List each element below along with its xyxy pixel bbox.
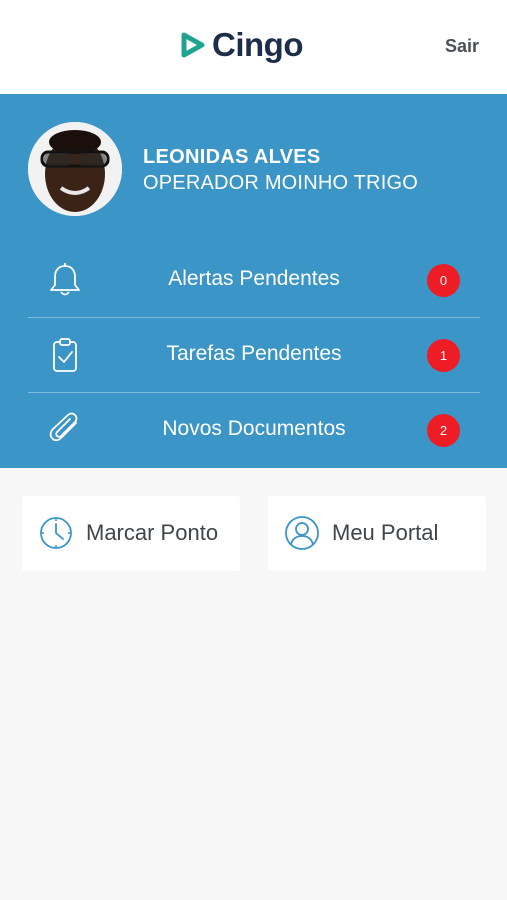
app-header: Cingo Sair <box>0 0 507 94</box>
logo-text: Cingo <box>212 26 303 63</box>
count-badge: 1 <box>427 339 460 372</box>
menu-item-tasks[interactable]: Tarefas Pendentes 1 <box>28 318 480 392</box>
menu-item-documents[interactable]: Novos Documentos 2 <box>28 393 480 467</box>
count-badge: 0 <box>427 264 460 297</box>
my-portal-button[interactable]: Meu Portal <box>268 496 486 571</box>
user-panel: LEONIDAS ALVES OPERADOR MOINHO TRIGO Ale… <box>0 94 507 468</box>
my-portal-label: Meu Portal <box>332 520 439 545</box>
clock-icon <box>40 517 72 549</box>
menu-item-alerts[interactable]: Alertas Pendentes 0 <box>28 243 480 317</box>
user-role: OPERADOR MOINHO TRIGO <box>143 172 418 194</box>
clock-in-label: Marcar Ponto <box>86 520 219 545</box>
logout-button[interactable]: Sair <box>445 36 479 57</box>
avatar <box>28 122 122 216</box>
menu-item-label: Alertas Pendentes <box>168 267 340 290</box>
menu-item-label: Tarefas Pendentes <box>166 342 342 365</box>
cingo-logo: Cingo <box>178 26 303 64</box>
play-triangle-icon <box>181 32 205 58</box>
clock-in-button[interactable]: Marcar Ponto <box>22 496 240 571</box>
menu-item-label: Novos Documentos <box>162 417 346 440</box>
user-circle-icon <box>285 516 319 550</box>
count-badge: 2 <box>427 414 460 447</box>
user-photo <box>28 122 122 216</box>
user-name: LEONIDAS ALVES <box>143 146 321 168</box>
